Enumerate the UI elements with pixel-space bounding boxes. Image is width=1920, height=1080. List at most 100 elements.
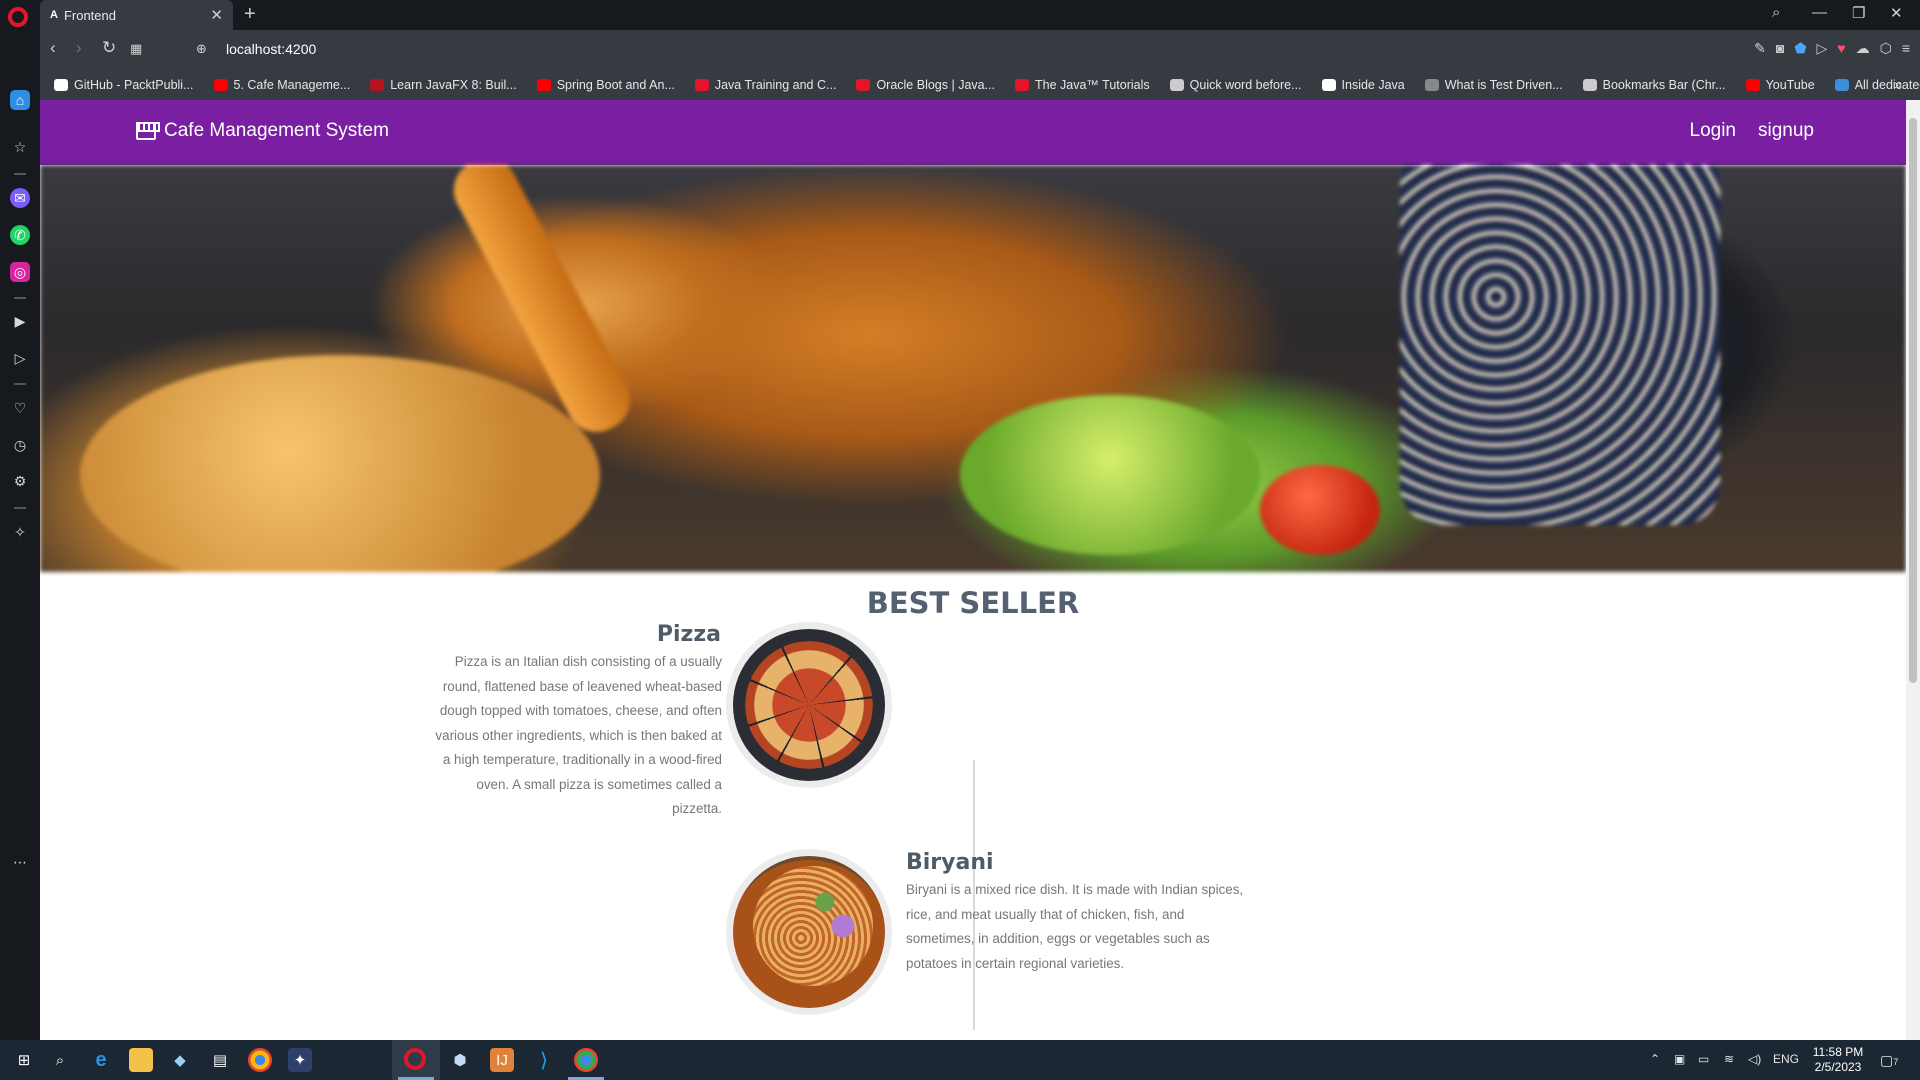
bookmark-item[interactable]: Java Training and C... (694, 78, 837, 92)
bookmark-item[interactable]: Spring Boot and An... (536, 78, 675, 92)
language-indicator[interactable]: ENG (1773, 1052, 1799, 1066)
reload-icon[interactable]: ↻ (102, 38, 116, 58)
bookmark-item[interactable]: Quick word before... (1169, 78, 1302, 92)
minimize-icon[interactable]: — (1812, 4, 1827, 21)
windows-taskbar: ⊞ ⌕ e ◆ ▤ ✦ ⬢ IJ ⟩ ⌃ ▣ ▭ ≋ ◁) ENG 11:58 … (0, 1040, 1920, 1080)
bookmark-label: Java Training and C... (714, 78, 837, 92)
sidebar-divider (14, 297, 26, 299)
item-desc-pizza: Pizza is an Italian dish consisting of a… (435, 654, 722, 816)
tray-battery-icon[interactable]: ▭ (1698, 1052, 1709, 1066)
opera-logo-icon[interactable] (8, 7, 28, 27)
hero-banner-image (40, 165, 1906, 572)
bookmark-item[interactable]: Oracle Blogs | Java... (856, 78, 995, 92)
tab-grid-icon[interactable]: ▦ (130, 41, 142, 57)
flow-icon[interactable]: ▷ (10, 348, 30, 368)
forward-icon[interactable]: › (76, 38, 82, 58)
sidebar-divider (14, 507, 26, 509)
address-bar: ‹ › ↻ ▦ ⊕ localhost:4200 ✎ ◙ ⬟ ▷ ♥ ☁ ⬡ ≡ (40, 30, 1920, 70)
search-tabs-icon[interactable]: ⌕ (1772, 4, 1780, 21)
scroll-thumb[interactable] (1909, 118, 1917, 683)
volume-icon[interactable]: ◁) (1748, 1052, 1761, 1066)
bookmark-item[interactable]: Learn JavaFX 8: Buil... (370, 78, 517, 92)
intellij-icon[interactable]: IJ (490, 1048, 514, 1072)
new-tab-button[interactable]: + (244, 3, 256, 26)
windows-start-icon[interactable]: ⊞ (12, 1048, 36, 1072)
best-seller-title: BEST SELLER (866, 586, 1080, 620)
brand-title: Cafe Management System (164, 120, 389, 141)
tab-title: Frontend (63, 7, 116, 23)
page-icon (1321, 79, 1336, 91)
bookmark-item[interactable]: 5. Cafe Manageme... (213, 78, 351, 92)
hero-tomato (1260, 465, 1380, 555)
bookmark-item[interactable]: Bookmarks Bar (Chr... (1582, 78, 1726, 92)
clock[interactable]: 11:58 PM 2/5/2023 (1806, 1045, 1870, 1075)
menu-icon[interactable]: ≡ (1902, 40, 1910, 57)
virtualbox-icon[interactable]: ⬢ (448, 1048, 472, 1072)
biryani-image (726, 849, 892, 1015)
cube-icon[interactable]: ⬡ (1880, 40, 1892, 57)
camera-icon[interactable]: ◙ (1776, 40, 1784, 57)
bookmark-item[interactable]: What is Test Driven... (1424, 78, 1563, 92)
edge-icon[interactable]: e (89, 1048, 113, 1072)
bookmark-item[interactable]: All dedicated MOO... (1834, 78, 1920, 92)
home-icon[interactable]: ⌂ (10, 90, 30, 110)
bookmark-label: GitHub - PacktPubli... (74, 78, 194, 92)
bookmark-label: What is Test Driven... (1444, 78, 1563, 92)
bookmark-item[interactable]: YouTube (1745, 78, 1815, 92)
sidebar-divider (14, 383, 26, 385)
restore-icon[interactable]: ❐ (1852, 4, 1865, 22)
history-icon[interactable]: ◷ (10, 435, 30, 455)
player-icon[interactable]: ▶ (10, 311, 30, 331)
settings-icon[interactable]: ⚙ (10, 471, 30, 491)
messenger-icon[interactable]: ✉ (10, 188, 30, 208)
vscode-icon[interactable]: ⟩ (532, 1048, 556, 1072)
chrome-icon[interactable] (248, 1048, 272, 1072)
site-info-icon[interactable]: ⊕ (196, 41, 207, 57)
wifi-icon[interactable]: ≋ (1724, 1052, 1734, 1066)
signup-link[interactable]: signup (1758, 120, 1814, 142)
bookmark-label: Oracle Blogs | Java... (876, 78, 996, 92)
notepad-icon[interactable]: ◆ (168, 1048, 192, 1072)
bookmark-item[interactable]: The Java™ Tutorials (1015, 78, 1150, 92)
speed-dial-icon[interactable]: ☆ (10, 137, 30, 157)
extension-icon[interactable]: ☁ (1856, 40, 1870, 57)
page-viewport: Cafe Management System Login signup BEST… (40, 100, 1906, 1040)
heart-icon[interactable]: ♥ (1837, 40, 1845, 57)
more-icon[interactable]: ⋯ (10, 852, 30, 872)
browser-tab-bar: A Frontend ✕ + ⌕ — ❐ ✕ (0, 0, 1920, 30)
eclipse-icon[interactable]: ✦ (288, 1048, 312, 1072)
bookmark-item[interactable]: Inside Java (1321, 78, 1405, 92)
file-explorer-icon[interactable] (129, 1048, 153, 1072)
bookmark-item[interactable]: GitHub - PacktPubli... (54, 78, 194, 92)
close-tab-icon[interactable]: ✕ (210, 6, 223, 24)
tips-icon[interactable]: ✧ (10, 522, 30, 542)
folder-icon (1582, 79, 1597, 91)
edit-icon[interactable]: ✎ (1754, 40, 1766, 57)
notification-count: 7 (1893, 1057, 1899, 1067)
instagram-icon[interactable]: ◎ (10, 262, 30, 282)
whatsapp-icon[interactable]: ✆ (10, 225, 30, 245)
more-bookmarks-icon[interactable]: » (1894, 76, 1902, 92)
back-icon[interactable]: ‹ (50, 38, 56, 58)
tab-frontend[interactable]: A Frontend ✕ (40, 0, 233, 30)
bookmarks-icon[interactable]: ♡ (10, 398, 30, 418)
brand[interactable]: Cafe Management System (136, 120, 389, 142)
close-window-icon[interactable]: ✕ (1890, 4, 1903, 22)
notification-center-icon[interactable]: ▢7 (1880, 1052, 1898, 1069)
shield-icon[interactable]: ⬟ (1794, 40, 1806, 57)
search-icon[interactable]: ⌕ (48, 1048, 72, 1072)
hero-lettuce (960, 395, 1260, 555)
opera-taskbar-icon[interactable] (404, 1048, 426, 1070)
chrome-dev-icon[interactable] (574, 1048, 598, 1072)
url-input[interactable]: localhost:4200 (226, 41, 316, 57)
site-icon (1424, 79, 1439, 91)
globe-icon (1169, 79, 1184, 91)
bookmark-label: 5. Cafe Manageme... (233, 78, 351, 92)
tray-antivirus-icon[interactable]: ▣ (1674, 1052, 1685, 1066)
store-icon[interactable]: ▤ (208, 1048, 232, 1072)
tray-overflow-icon[interactable]: ⌃ (1650, 1052, 1660, 1066)
send-icon[interactable]: ▷ (1817, 40, 1828, 57)
infinity-icon (1834, 79, 1849, 91)
page-scrollbar[interactable] (1906, 100, 1920, 1040)
login-link[interactable]: Login (1690, 120, 1737, 142)
